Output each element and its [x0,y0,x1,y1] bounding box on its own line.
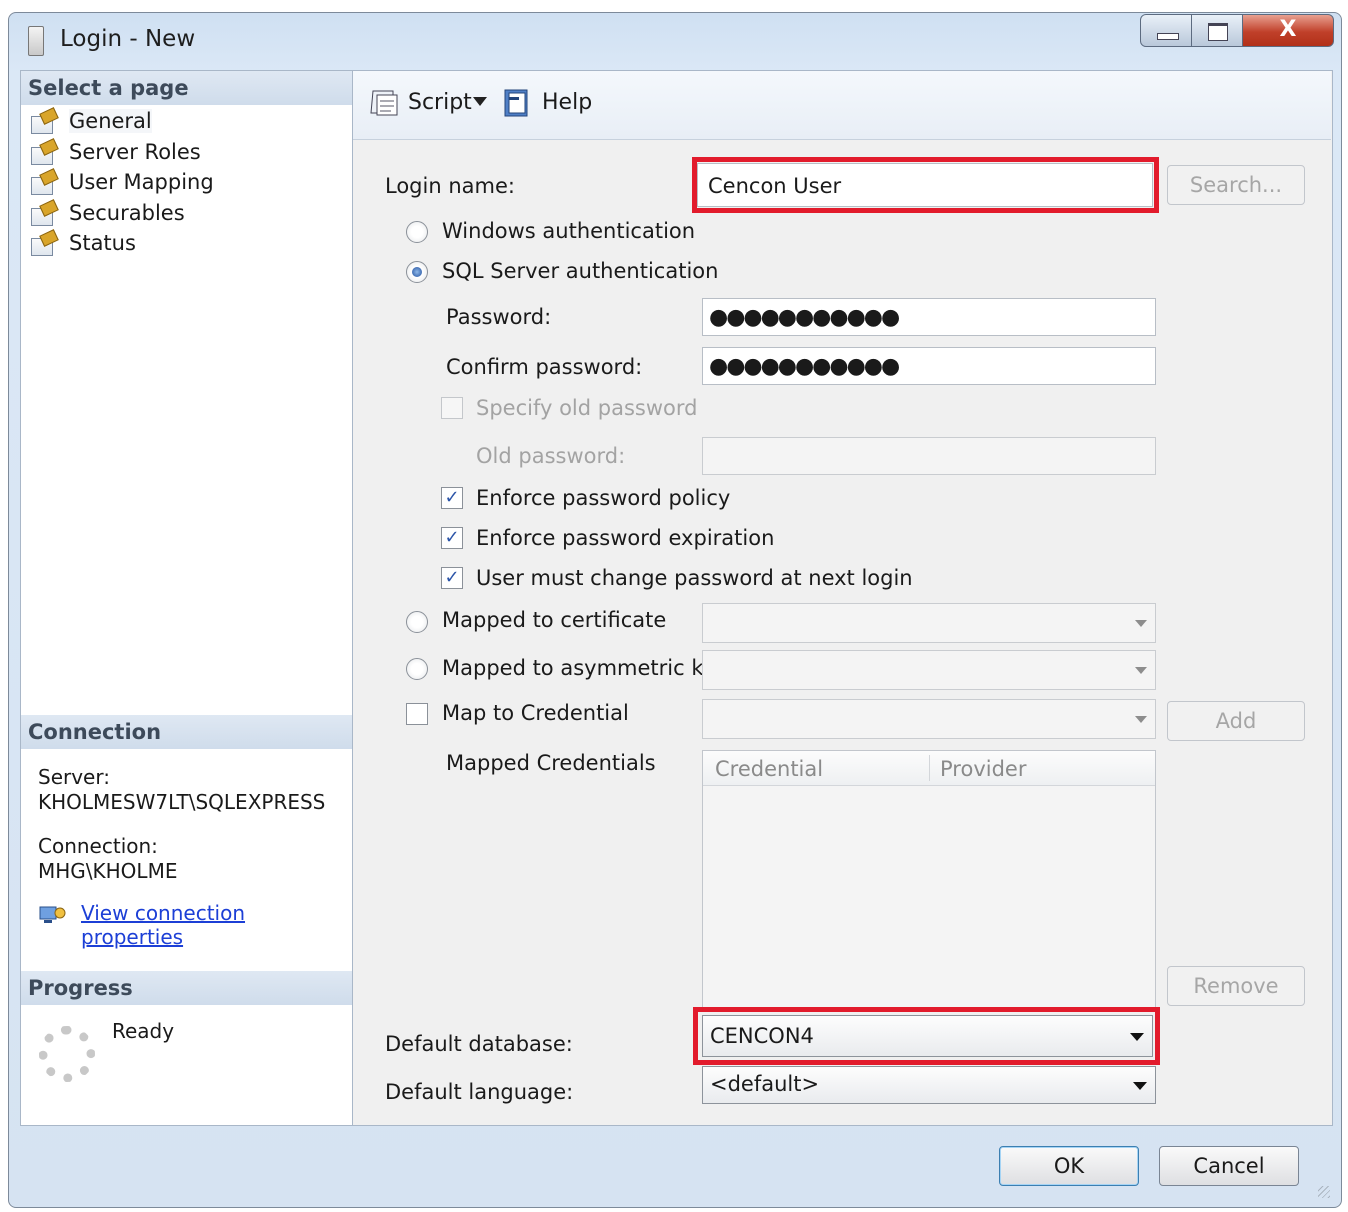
server-label: Server: [38,765,110,789]
document-icon [28,26,44,56]
mapped-certificate-label: Mapped to certificate [442,608,667,632]
search-button[interactable]: Search... [1167,165,1305,205]
password-input[interactable]: ●●●●●●●●●●● [702,298,1156,336]
certificate-dropdown[interactable] [702,603,1156,643]
close-button[interactable]: X [1242,14,1334,47]
login-name-label: Login name: [385,174,515,198]
sql-auth-label: SQL Server authentication [442,259,719,283]
page-item-server-roles[interactable]: Server Roles [29,138,201,166]
windows-auth-label: Windows authentication [442,219,696,243]
chevron-down-icon [1135,667,1147,674]
resize-grip-icon[interactable] [1318,1186,1330,1198]
connection-header: Connection [21,715,352,749]
chevron-down-icon [1135,716,1147,723]
progress-header: Progress [21,971,352,1005]
connection-label: Connection: [38,834,158,858]
confirm-password-label: Confirm password: [446,355,643,379]
help-label: Help [542,90,593,115]
provider-column-header[interactable]: Provider [940,755,1026,783]
select-page-header: Select a page [21,71,352,105]
enforce-policy-checkbox[interactable]: ✓ [441,487,463,509]
script-button[interactable]: Script [367,87,472,119]
login-name-highlight [692,157,1159,213]
connection-value: MHG\KHOLME [38,859,178,883]
mapped-asym-key-label: Mapped to asymmetric key [442,656,729,680]
confirm-password-input[interactable]: ●●●●●●●●●●● [702,347,1156,385]
enforce-expiration-checkbox[interactable]: ✓ [441,527,463,549]
default-language-dropdown[interactable]: <default> [702,1066,1156,1104]
chevron-down-icon [1133,1082,1147,1090]
specify-old-password-label: Specify old password [476,396,698,420]
enforce-expiration-label: Enforce password expiration [476,526,775,550]
default-language-label: Default language: [385,1080,574,1104]
maximize-button[interactable] [1191,14,1243,47]
help-button[interactable]: Help [501,87,592,119]
script-icon [370,90,398,116]
old-password-input[interactable] [702,437,1156,475]
connection-properties-icon [39,906,66,923]
page-wrench-icon [29,229,59,256]
password-label: Password: [446,305,552,329]
asym-key-dropdown[interactable] [702,650,1156,690]
page-item-securables[interactable]: Securables [29,199,185,227]
mapped-asym-key-radio[interactable] [406,658,428,680]
progress-status: Ready [112,1019,175,1043]
credential-column-header[interactable]: Credential [715,755,823,783]
windows-auth-radio[interactable] [406,221,428,243]
help-book-icon [504,89,528,117]
page-wrench-icon [29,107,59,134]
default-database-highlight [693,1007,1160,1065]
script-dropdown-arrow-icon[interactable] [473,97,487,106]
page-wrench-icon [29,168,59,195]
page-item-general[interactable]: General [29,107,152,135]
mapped-certificate-radio[interactable] [406,611,428,633]
remove-button[interactable]: Remove [1167,966,1305,1006]
specify-old-password-checkbox[interactable] [441,397,463,419]
map-credential-label: Map to Credential [442,701,629,725]
maximize-icon [1208,23,1228,41]
script-label: Script [408,90,472,115]
old-password-label: Old password: [476,444,626,468]
page-wrench-icon [29,199,59,226]
mapped-credentials-label: Mapped Credentials [446,751,656,775]
left-pane: Select a page General Server Roles User … [20,70,353,1126]
credentials-header-row: Credential Provider [703,751,1155,786]
sql-auth-radio[interactable] [406,261,428,283]
cancel-button[interactable]: Cancel [1159,1146,1299,1186]
window-title: Login - New [60,26,196,52]
column-divider [929,755,930,781]
view-connection-properties-link[interactable]: View connection properties [81,901,352,949]
add-button[interactable]: Add [1167,701,1305,741]
ok-button[interactable]: OK [999,1146,1139,1186]
progress-spinner-icon [39,1026,95,1082]
page-item-status[interactable]: Status [29,229,136,257]
default-database-label: Default database: [385,1032,573,1056]
toolbar: Script Help [353,71,1331,140]
mapped-credentials-table[interactable]: Credential Provider [702,750,1156,1008]
server-value: KHOLMESW7LT\SQLEXPRESS [38,790,326,814]
credential-dropdown[interactable] [702,699,1156,739]
enforce-policy-label: Enforce password policy [476,486,731,510]
must-change-password-checkbox[interactable]: ✓ [441,567,463,589]
page-item-user-mapping[interactable]: User Mapping [29,168,214,196]
page-wrench-icon [29,138,59,165]
minimize-button[interactable] [1140,14,1192,47]
minimize-icon [1157,33,1179,40]
map-credential-checkbox[interactable] [406,703,428,725]
must-change-password-label: User must change password at next login [476,566,913,590]
chevron-down-icon [1135,620,1147,627]
